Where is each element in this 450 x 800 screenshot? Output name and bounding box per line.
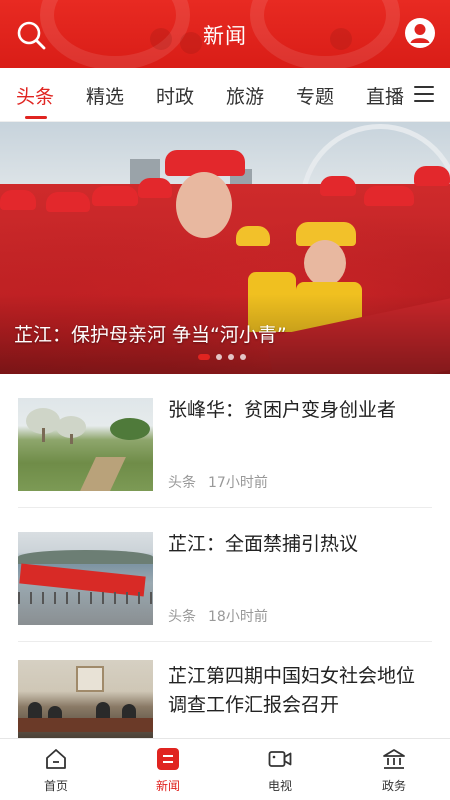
news-meta: 头条 17小时前 xyxy=(168,472,268,492)
news-category: 头条 xyxy=(168,609,196,625)
nav-label: 首页 xyxy=(43,779,68,793)
hero-photo-detail xyxy=(364,186,414,206)
news-time: 17小时前 xyxy=(208,475,268,491)
tab-live[interactable]: 直播 xyxy=(366,82,404,109)
tab-topics[interactable]: 专题 xyxy=(296,82,334,109)
active-tab-indicator xyxy=(25,116,47,119)
nav-news[interactable]: 新闻 xyxy=(133,747,203,794)
carousel-dot[interactable] xyxy=(228,354,234,360)
thumbnail-detail xyxy=(76,666,104,692)
news-list-item[interactable]: 芷江第四期中国妇女社会地位调查工作汇报会召开 xyxy=(18,642,432,738)
hero-photo-detail xyxy=(304,240,346,286)
tab-headlines[interactable]: 头条 xyxy=(16,82,54,109)
hero-photo-detail xyxy=(92,186,138,206)
news-thumbnail xyxy=(18,660,153,738)
news-meta: 头条 18小时前 xyxy=(168,606,268,626)
hero-caption: 芷江：保护母亲河 争当“河小青” xyxy=(14,324,287,346)
hero-photo-detail xyxy=(0,190,36,210)
carousel-dot[interactable] xyxy=(240,354,246,360)
nav-label: 新闻 xyxy=(155,779,180,793)
thumbnail-detail xyxy=(80,457,126,491)
hero-photo-detail xyxy=(176,172,232,238)
thumbnail-detail xyxy=(18,592,153,604)
nav-home[interactable]: 首页 xyxy=(21,747,91,794)
thumbnail-detail xyxy=(18,718,153,732)
bottom-navigation: 首页 新闻 电视 政务 xyxy=(0,738,450,800)
thumbnail-detail xyxy=(18,550,153,564)
nav-tv[interactable]: 电视 xyxy=(245,747,315,794)
news-title: 张峰华：贫困户变身创业者 xyxy=(168,399,397,421)
nav-government[interactable]: 政务 xyxy=(359,747,429,794)
hero-photo-detail xyxy=(320,176,356,196)
app-header: 新闻 xyxy=(0,0,450,68)
tab-politics[interactable]: 时政 xyxy=(156,82,194,109)
news-list-item[interactable]: 芷江：全面禁捕引热议 头条 18小时前 xyxy=(18,508,432,642)
hero-carousel[interactable]: 芷江：保护母亲河 争当“河小青” xyxy=(0,122,450,374)
news-title: 芷江：全面禁捕引热议 xyxy=(168,533,359,555)
thumbnail-detail xyxy=(42,428,45,442)
thumbnail-detail xyxy=(70,434,73,444)
news-category: 头条 xyxy=(168,475,196,491)
news-time: 18小时前 xyxy=(208,609,268,625)
carousel-dot-active[interactable] xyxy=(198,354,210,360)
menu-icon[interactable] xyxy=(414,86,434,104)
category-tabs: 头条 精选 时政 旅游 专题 直播 xyxy=(0,68,450,122)
nav-label: 电视 xyxy=(267,779,292,793)
page-title: 新闻 xyxy=(203,24,247,48)
thumbnail-detail xyxy=(110,418,150,440)
news-list-item[interactable]: 张峰华：贫困户变身创业者 头条 17小时前 xyxy=(18,374,432,508)
hero-photo-detail xyxy=(236,226,270,246)
tv-icon xyxy=(268,751,292,767)
hero-photo-detail xyxy=(46,192,90,212)
nav-label: 政务 xyxy=(381,779,406,793)
carousel-dot[interactable] xyxy=(216,354,222,360)
tab-featured[interactable]: 精选 xyxy=(86,82,124,109)
news-thumbnail xyxy=(18,398,153,491)
hero-photo-detail xyxy=(138,178,172,198)
user-avatar-icon xyxy=(405,18,435,48)
hero-photo-detail xyxy=(414,166,450,186)
news-thumbnail xyxy=(18,532,153,625)
home-icon xyxy=(46,749,66,769)
news-title: 芷江第四期中国妇女社会地位调查工作汇报会召开 xyxy=(168,665,416,716)
government-icon xyxy=(383,749,405,769)
news-icon xyxy=(157,748,179,770)
tab-travel[interactable]: 旅游 xyxy=(226,82,264,109)
user-profile-button[interactable] xyxy=(404,17,436,49)
